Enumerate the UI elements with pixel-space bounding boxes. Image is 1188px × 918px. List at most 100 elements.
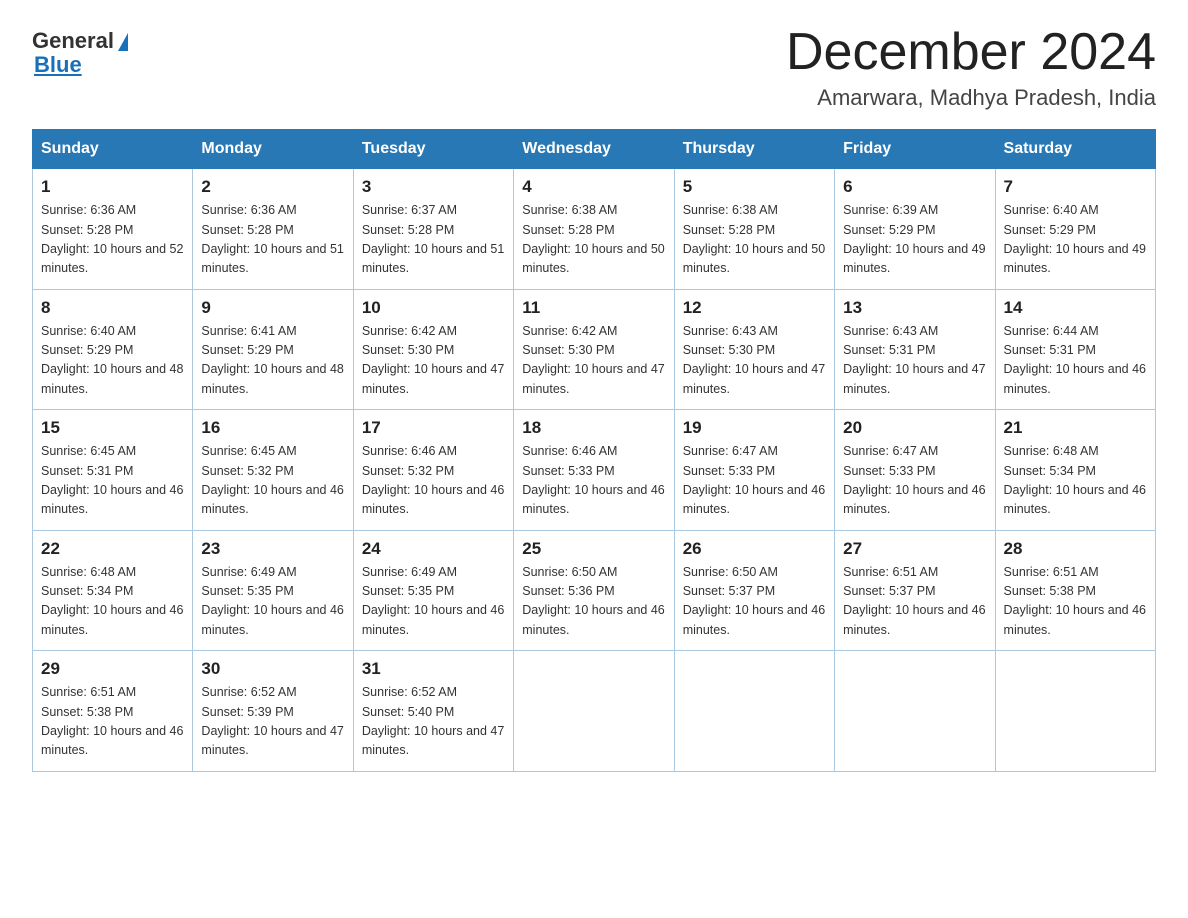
calendar-cell (835, 651, 995, 772)
calendar-cell: 13Sunrise: 6:43 AMSunset: 5:31 PMDayligh… (835, 289, 995, 410)
day-info: Sunrise: 6:40 AMSunset: 5:29 PMDaylight:… (41, 322, 184, 400)
calendar-cell: 27 Sunrise: 6:51 AMSunset: 5:37 PMDayligh… (835, 530, 995, 651)
day-number: 31 (362, 659, 505, 679)
day-number: 7 (1004, 177, 1147, 197)
calendar-cell: 16 Sunrise: 6:45 AMSunset: 5:32 PMDayligh… (193, 410, 353, 531)
calendar-cell: 4 Sunrise: 6:38 AMSunset: 5:28 PMDaylight… (514, 169, 674, 290)
day-info: Sunrise: 6:46 AMSunset: 5:32 PMDaylight:… (362, 442, 505, 520)
calendar-table: SundayMondayTuesdayWednesdayThursdayFrid… (32, 129, 1156, 772)
weekday-header-monday: Monday (193, 130, 353, 169)
calendar-cell: 8Sunrise: 6:40 AMSunset: 5:29 PMDaylight… (33, 289, 193, 410)
calendar-week-4: 22 Sunrise: 6:48 AMSunset: 5:34 PMDayligh… (33, 530, 1156, 651)
calendar-cell (674, 651, 834, 772)
weekday-header-row: SundayMondayTuesdayWednesdayThursdayFrid… (33, 130, 1156, 169)
weekday-header-sunday: Sunday (33, 130, 193, 169)
calendar-cell: 12 Sunrise: 6:43 AMSunset: 5:30 PMDayligh… (674, 289, 834, 410)
day-info: Sunrise: 6:44 AMSunset: 5:31 PMDaylight:… (1004, 322, 1147, 400)
calendar-cell: 19 Sunrise: 6:47 AMSunset: 5:33 PMDayligh… (674, 410, 834, 531)
day-number: 21 (1004, 418, 1147, 438)
weekday-header-thursday: Thursday (674, 130, 834, 169)
logo-triangle (118, 33, 128, 51)
day-number: 28 (1004, 539, 1147, 559)
day-number: 30 (201, 659, 344, 679)
day-info: Sunrise: 6:47 AMSunset: 5:33 PMDaylight:… (683, 442, 826, 520)
day-number: 16 (201, 418, 344, 438)
weekday-header-wednesday: Wednesday (514, 130, 674, 169)
calendar-cell: 15 Sunrise: 6:45 AMSunset: 5:31 PMDayligh… (33, 410, 193, 531)
calendar-cell: 21 Sunrise: 6:48 AMSunset: 5:34 PMDayligh… (995, 410, 1155, 531)
calendar-week-1: 1 Sunrise: 6:36 AMSunset: 5:28 PMDaylight… (33, 169, 1156, 290)
day-info: Sunrise: 6:45 AMSunset: 5:32 PMDaylight:… (201, 442, 344, 520)
calendar-cell: 31Sunrise: 6:52 AMSunset: 5:40 PMDayligh… (353, 651, 513, 772)
day-number: 5 (683, 177, 826, 197)
day-info: Sunrise: 6:49 AMSunset: 5:35 PMDaylight:… (362, 563, 505, 641)
calendar-cell: 18Sunrise: 6:46 AMSunset: 5:33 PMDayligh… (514, 410, 674, 531)
calendar-cell: 17 Sunrise: 6:46 AMSunset: 5:32 PMDayligh… (353, 410, 513, 531)
day-number: 12 (683, 298, 826, 318)
logo: General Blue (32, 28, 128, 78)
calendar-cell: 30Sunrise: 6:52 AMSunset: 5:39 PMDayligh… (193, 651, 353, 772)
day-info: Sunrise: 6:38 AMSunset: 5:28 PMDaylight:… (522, 201, 665, 279)
calendar-cell: 14 Sunrise: 6:44 AMSunset: 5:31 PMDayligh… (995, 289, 1155, 410)
day-info: Sunrise: 6:43 AMSunset: 5:30 PMDaylight:… (683, 322, 826, 400)
day-info: Sunrise: 6:38 AMSunset: 5:28 PMDaylight:… (683, 201, 826, 279)
page-header: General Blue December 2024 Amarwara, Mad… (32, 24, 1156, 111)
calendar-cell: 28 Sunrise: 6:51 AMSunset: 5:38 PMDayligh… (995, 530, 1155, 651)
day-number: 20 (843, 418, 986, 438)
day-number: 22 (41, 539, 184, 559)
day-info: Sunrise: 6:50 AMSunset: 5:36 PMDaylight:… (522, 563, 665, 641)
location-title: Amarwara, Madhya Pradesh, India (786, 85, 1156, 111)
day-info: Sunrise: 6:51 AMSunset: 5:38 PMDaylight:… (1004, 563, 1147, 641)
day-info: Sunrise: 6:48 AMSunset: 5:34 PMDaylight:… (41, 563, 184, 641)
day-number: 14 (1004, 298, 1147, 318)
calendar-cell: 1Sunrise: 6:36 AMSunset: 5:28 PMDaylight… (33, 169, 193, 290)
calendar-cell: 24 Sunrise: 6:49 AMSunset: 5:35 PMDayligh… (353, 530, 513, 651)
day-number: 15 (41, 418, 184, 438)
weekday-header-tuesday: Tuesday (353, 130, 513, 169)
day-info: Sunrise: 6:39 AMSunset: 5:29 PMDaylight:… (843, 201, 986, 279)
day-number: 17 (362, 418, 505, 438)
day-number: 10 (362, 298, 505, 318)
day-info: Sunrise: 6:51 AMSunset: 5:37 PMDaylight:… (843, 563, 986, 641)
day-number: 24 (362, 539, 505, 559)
day-info: Sunrise: 6:45 AMSunset: 5:31 PMDaylight:… (41, 442, 184, 520)
day-info: Sunrise: 6:49 AMSunset: 5:35 PMDaylight:… (201, 563, 344, 641)
day-number: 1 (41, 177, 184, 197)
calendar-cell: 11 Sunrise: 6:42 AMSunset: 5:30 PMDayligh… (514, 289, 674, 410)
title-block: December 2024 Amarwara, Madhya Pradesh, … (786, 24, 1156, 111)
day-number: 26 (683, 539, 826, 559)
day-number: 27 (843, 539, 986, 559)
calendar-cell: 2 Sunrise: 6:36 AMSunset: 5:28 PMDaylight… (193, 169, 353, 290)
calendar-cell: 20Sunrise: 6:47 AMSunset: 5:33 PMDayligh… (835, 410, 995, 531)
day-info: Sunrise: 6:43 AMSunset: 5:31 PMDaylight:… (843, 322, 986, 400)
calendar-cell: 25 Sunrise: 6:50 AMSunset: 5:36 PMDayligh… (514, 530, 674, 651)
day-number: 25 (522, 539, 665, 559)
day-info: Sunrise: 6:36 AMSunset: 5:28 PMDaylight:… (201, 201, 344, 279)
calendar-cell: 29Sunrise: 6:51 AMSunset: 5:38 PMDayligh… (33, 651, 193, 772)
calendar-cell: 26 Sunrise: 6:50 AMSunset: 5:37 PMDayligh… (674, 530, 834, 651)
day-info: Sunrise: 6:41 AMSunset: 5:29 PMDaylight:… (201, 322, 344, 400)
day-number: 9 (201, 298, 344, 318)
calendar-week-2: 8Sunrise: 6:40 AMSunset: 5:29 PMDaylight… (33, 289, 1156, 410)
day-info: Sunrise: 6:42 AMSunset: 5:30 PMDaylight:… (362, 322, 505, 400)
day-number: 4 (522, 177, 665, 197)
day-info: Sunrise: 6:37 AMSunset: 5:28 PMDaylight:… (362, 201, 505, 279)
weekday-header-friday: Friday (835, 130, 995, 169)
day-info: Sunrise: 6:42 AMSunset: 5:30 PMDaylight:… (522, 322, 665, 400)
calendar-week-5: 29Sunrise: 6:51 AMSunset: 5:38 PMDayligh… (33, 651, 1156, 772)
day-number: 3 (362, 177, 505, 197)
calendar-cell: 9 Sunrise: 6:41 AMSunset: 5:29 PMDaylight… (193, 289, 353, 410)
day-info: Sunrise: 6:50 AMSunset: 5:37 PMDaylight:… (683, 563, 826, 641)
day-number: 11 (522, 298, 665, 318)
day-number: 29 (41, 659, 184, 679)
weekday-header-saturday: Saturday (995, 130, 1155, 169)
day-number: 2 (201, 177, 344, 197)
day-info: Sunrise: 6:48 AMSunset: 5:34 PMDaylight:… (1004, 442, 1147, 520)
day-info: Sunrise: 6:40 AMSunset: 5:29 PMDaylight:… (1004, 201, 1147, 279)
calendar-cell: 7 Sunrise: 6:40 AMSunset: 5:29 PMDaylight… (995, 169, 1155, 290)
day-number: 18 (522, 418, 665, 438)
calendar-cell: 6Sunrise: 6:39 AMSunset: 5:29 PMDaylight… (835, 169, 995, 290)
calendar-cell (514, 651, 674, 772)
day-number: 19 (683, 418, 826, 438)
logo-blue-label: Blue (34, 52, 82, 78)
